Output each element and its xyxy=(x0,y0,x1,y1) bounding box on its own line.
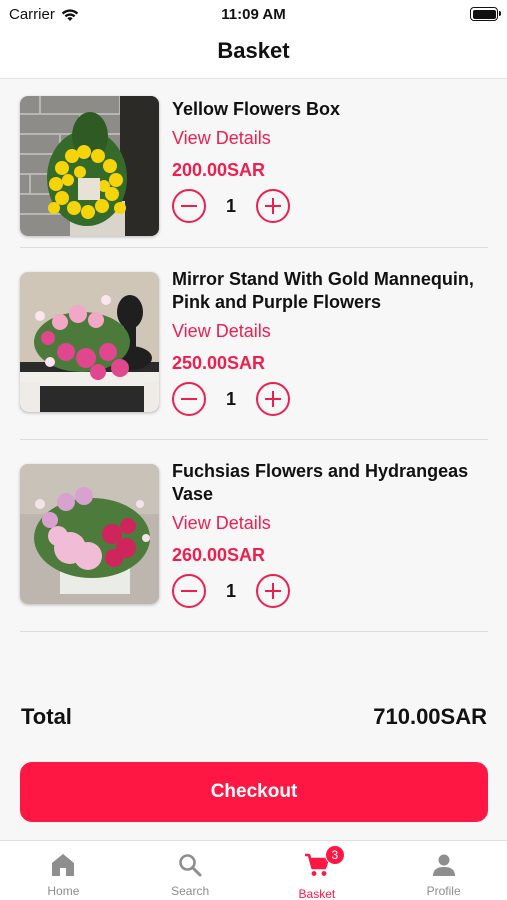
quantity-stepper: 1 xyxy=(172,189,488,223)
increase-quantity-button[interactable] xyxy=(256,189,290,223)
clock: 11:09 AM xyxy=(221,6,286,23)
decrease-quantity-button[interactable] xyxy=(172,574,206,608)
search-icon xyxy=(179,854,202,877)
checkout-button[interactable]: Checkout xyxy=(20,762,488,822)
basket-item: Fuchsias Flowers and Hydrangeas Vase Vie… xyxy=(20,440,488,632)
product-name: Yellow Flowers Box xyxy=(172,99,341,119)
profile-icon xyxy=(432,854,455,876)
tab-profile-label: Profile xyxy=(426,884,461,898)
tab-search-label: Search xyxy=(171,884,210,898)
basket-list: Yellow Flowers Box View Details 200.00SA… xyxy=(20,80,488,632)
tab-home[interactable]: Home xyxy=(0,841,127,900)
product-name: Mirror Stand With Gold Mannequin, Pink a… xyxy=(172,269,474,312)
battery-icon xyxy=(470,7,501,21)
product-price: 260.00SAR xyxy=(172,545,266,565)
product-price: 200.00SAR xyxy=(172,160,266,180)
tab-bar: Home Search 3 Basket Profile xyxy=(0,840,507,900)
product-image-yellow-flowers[interactable] xyxy=(20,96,159,236)
total-row: Total 710.00SAR xyxy=(21,704,487,730)
quantity-value: 1 xyxy=(225,195,236,216)
basket-item: Mirror Stand With Gold Mannequin, Pink a… xyxy=(20,248,488,440)
view-details-link[interactable]: View Details xyxy=(172,320,488,342)
quantity-stepper: 1 xyxy=(172,382,488,416)
status-bar: Carrier 11:09 AM xyxy=(0,0,507,30)
home-icon xyxy=(52,854,75,876)
product-price: 250.00SAR xyxy=(172,353,266,373)
basket-count-badge: 3 xyxy=(324,845,345,865)
tab-search[interactable]: Search xyxy=(127,841,254,900)
view-details-link[interactable]: View Details xyxy=(172,512,488,534)
quantity-value: 1 xyxy=(225,388,236,409)
quantity-stepper: 1 xyxy=(172,574,488,608)
increase-quantity-button[interactable] xyxy=(256,382,290,416)
total-value: 710.00SAR xyxy=(373,704,487,729)
view-details-link[interactable]: View Details xyxy=(172,127,488,149)
tab-basket[interactable]: 3 Basket xyxy=(254,841,381,900)
tab-basket-label: Basket xyxy=(298,887,336,900)
checkout-label: Checkout xyxy=(210,781,298,802)
page-title: Basket xyxy=(217,38,290,63)
product-image-mirror-stand[interactable] xyxy=(20,272,159,412)
navigation-bar: Basket xyxy=(0,30,507,79)
quantity-value: 1 xyxy=(225,580,236,601)
decrease-quantity-button[interactable] xyxy=(172,382,206,416)
total-label: Total xyxy=(21,704,72,729)
product-image-fuchsias-vase[interactable] xyxy=(20,464,159,604)
basket-item: Yellow Flowers Box View Details 200.00SA… xyxy=(20,80,488,248)
tab-profile[interactable]: Profile xyxy=(380,841,507,900)
tab-home-label: Home xyxy=(47,884,80,898)
increase-quantity-button[interactable] xyxy=(256,574,290,608)
product-name: Fuchsias Flowers and Hydrangeas Vase xyxy=(172,461,469,504)
decrease-quantity-button[interactable] xyxy=(172,189,206,223)
